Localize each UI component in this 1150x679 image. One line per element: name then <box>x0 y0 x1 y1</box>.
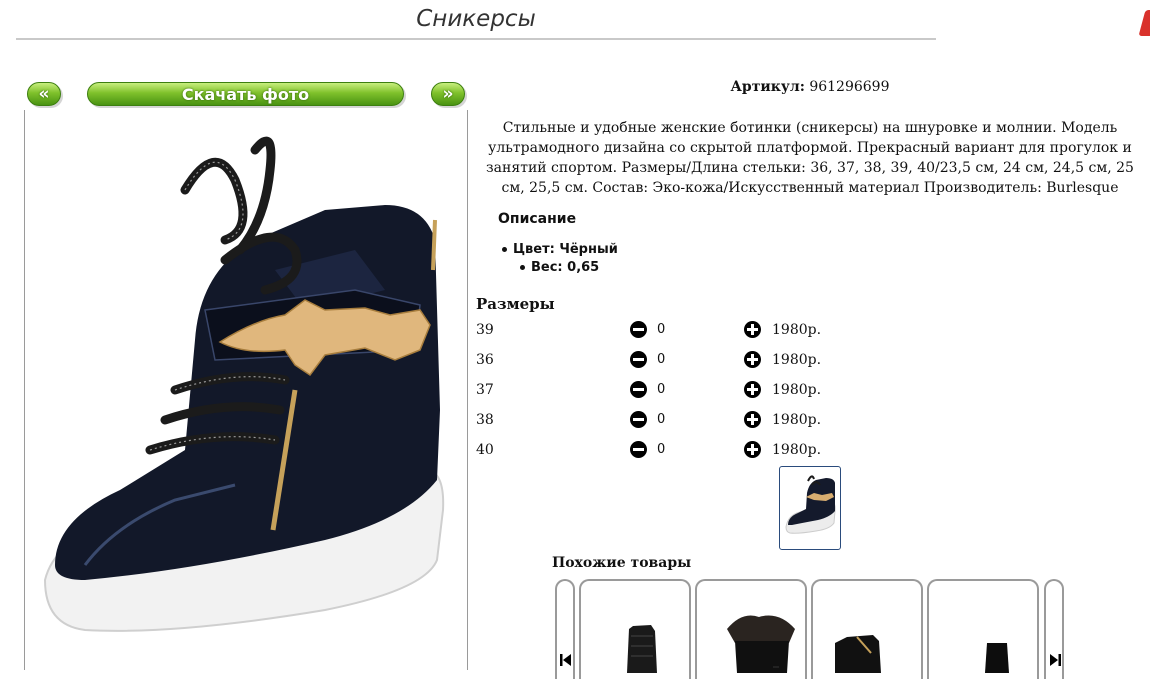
weight-value: Вес: 0,65 <box>531 260 600 275</box>
article-line: Артикул: 961296699 <box>475 79 1145 95</box>
similar-products-title: Похожие товары <box>552 555 692 571</box>
plus-icon[interactable] <box>744 351 761 368</box>
description-section-title: Описание <box>498 211 577 227</box>
sneaker-thumbnail-image <box>785 475 836 534</box>
weight-property: Вес: 0,65 <box>520 260 599 275</box>
similar-product-card[interactable] <box>695 579 807 679</box>
price-value: 1980р. <box>772 352 822 368</box>
size-row: 40 0 1980р. <box>476 440 876 462</box>
similar-product-card[interactable] <box>927 579 1039 679</box>
minus-icon[interactable] <box>630 441 647 458</box>
size-label: 40 <box>476 442 494 458</box>
size-row: 39 0 1980р. <box>476 320 876 342</box>
price-value: 1980р. <box>772 412 822 428</box>
size-label: 37 <box>476 382 494 398</box>
size-row: 38 0 1980р. <box>476 410 876 432</box>
article-label: Артикул: <box>730 79 805 95</box>
plus-icon[interactable] <box>744 321 761 338</box>
prev-photo-button[interactable]: « <box>27 82 61 106</box>
similar-product-card[interactable] <box>579 579 691 679</box>
skip-back-icon <box>560 654 571 666</box>
carousel-next-button[interactable] <box>1044 579 1064 679</box>
sizes-title: Размеры <box>476 295 555 313</box>
product-photo[interactable] <box>24 110 468 670</box>
quantity-value: 0 <box>657 412 666 427</box>
quantity-value: 0 <box>657 382 666 397</box>
plus-icon[interactable] <box>744 411 761 428</box>
download-photo-button[interactable]: Скачать фото <box>87 82 404 106</box>
color-value: Цвет: Чёрный <box>513 242 618 257</box>
similar-product-card[interactable] <box>811 579 923 679</box>
skip-forward-icon <box>1050 654 1061 666</box>
product-description: Стильные и удобные женские ботинки (сник… <box>486 120 1134 196</box>
size-label: 36 <box>476 352 494 368</box>
next-photo-button[interactable]: » <box>431 82 465 106</box>
carousel-prev-button[interactable] <box>555 579 575 679</box>
quantity-value: 0 <box>657 442 666 457</box>
minus-icon[interactable] <box>630 321 647 338</box>
quantity-value: 0 <box>657 322 666 337</box>
minus-icon[interactable] <box>630 351 647 368</box>
minus-icon[interactable] <box>630 411 647 428</box>
plus-icon[interactable] <box>744 441 761 458</box>
plus-icon[interactable] <box>744 381 761 398</box>
article-value: 961296699 <box>809 79 890 95</box>
quantity-value: 0 <box>657 352 666 367</box>
size-label: 38 <box>476 412 494 428</box>
color-property: Цвет: Чёрный <box>502 242 618 257</box>
size-row: 36 0 1980р. <box>476 350 876 372</box>
page-title: Сникерсы <box>16 6 936 40</box>
size-label: 39 <box>476 322 494 338</box>
photo-thumbnail[interactable] <box>779 466 841 550</box>
price-value: 1980р. <box>772 442 822 458</box>
similar-product-image <box>985 643 1009 673</box>
similar-product-image <box>727 615 795 673</box>
similar-product-image <box>627 625 657 673</box>
price-value: 1980р. <box>772 322 822 338</box>
minus-icon[interactable] <box>630 381 647 398</box>
close-icon[interactable] <box>1138 10 1150 36</box>
price-value: 1980р. <box>772 382 822 398</box>
size-row: 37 0 1980р. <box>476 380 876 402</box>
similar-product-image <box>835 635 881 673</box>
sneaker-image <box>43 136 445 632</box>
